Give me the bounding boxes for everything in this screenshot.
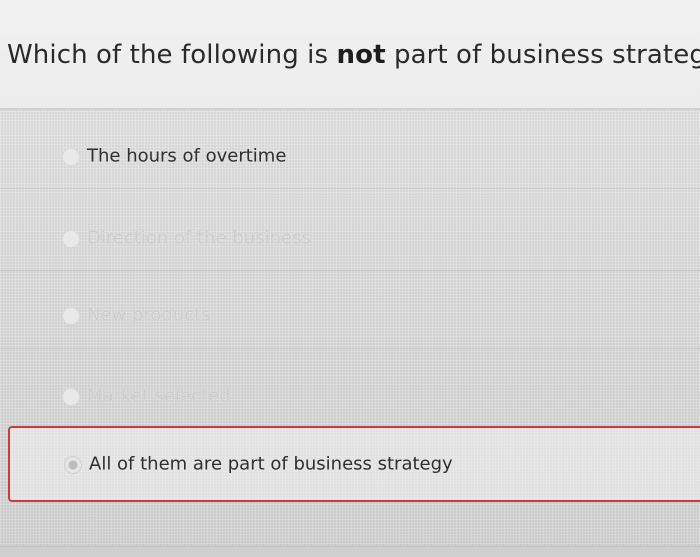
radio-button[interactable] (62, 230, 80, 248)
radio-button[interactable] (62, 307, 80, 325)
question-header: Which of the following is not part of bu… (0, 0, 700, 110)
option-label[interactable]: Market selected (87, 386, 231, 407)
option-label[interactable]: New products (87, 305, 211, 326)
question-prefix: Which of the following is (7, 40, 337, 70)
option-label[interactable]: All of them are part of business strateg… (89, 454, 453, 475)
option-label[interactable]: Direction of the business (87, 228, 311, 249)
option-divider (0, 188, 700, 189)
radio-button[interactable] (62, 388, 80, 406)
answer-option-1[interactable]: The hours of overtime (0, 126, 700, 186)
answer-option-3[interactable]: New products (0, 285, 700, 345)
answer-option-4[interactable]: Market selected (0, 366, 700, 426)
option-divider (0, 348, 700, 349)
quiz-screen: Which of the following is not part of bu… (0, 0, 700, 557)
radio-button-selected[interactable] (64, 456, 82, 474)
radio-button[interactable] (62, 148, 80, 166)
answer-option-5-selected[interactable]: All of them are part of business strateg… (8, 426, 700, 502)
question-suffix: part of business strategy? (393, 40, 700, 70)
answer-option-2[interactable]: Direction of the business (0, 208, 700, 268)
partial-radio-glyph: ? (88, 518, 95, 533)
option-label[interactable]: The hours of overtime (87, 146, 286, 167)
question-text: Which of the following is not part of bu… (7, 40, 700, 70)
question-emphasis: not (336, 40, 386, 70)
option-divider (0, 270, 700, 271)
bottom-edge (0, 546, 700, 557)
